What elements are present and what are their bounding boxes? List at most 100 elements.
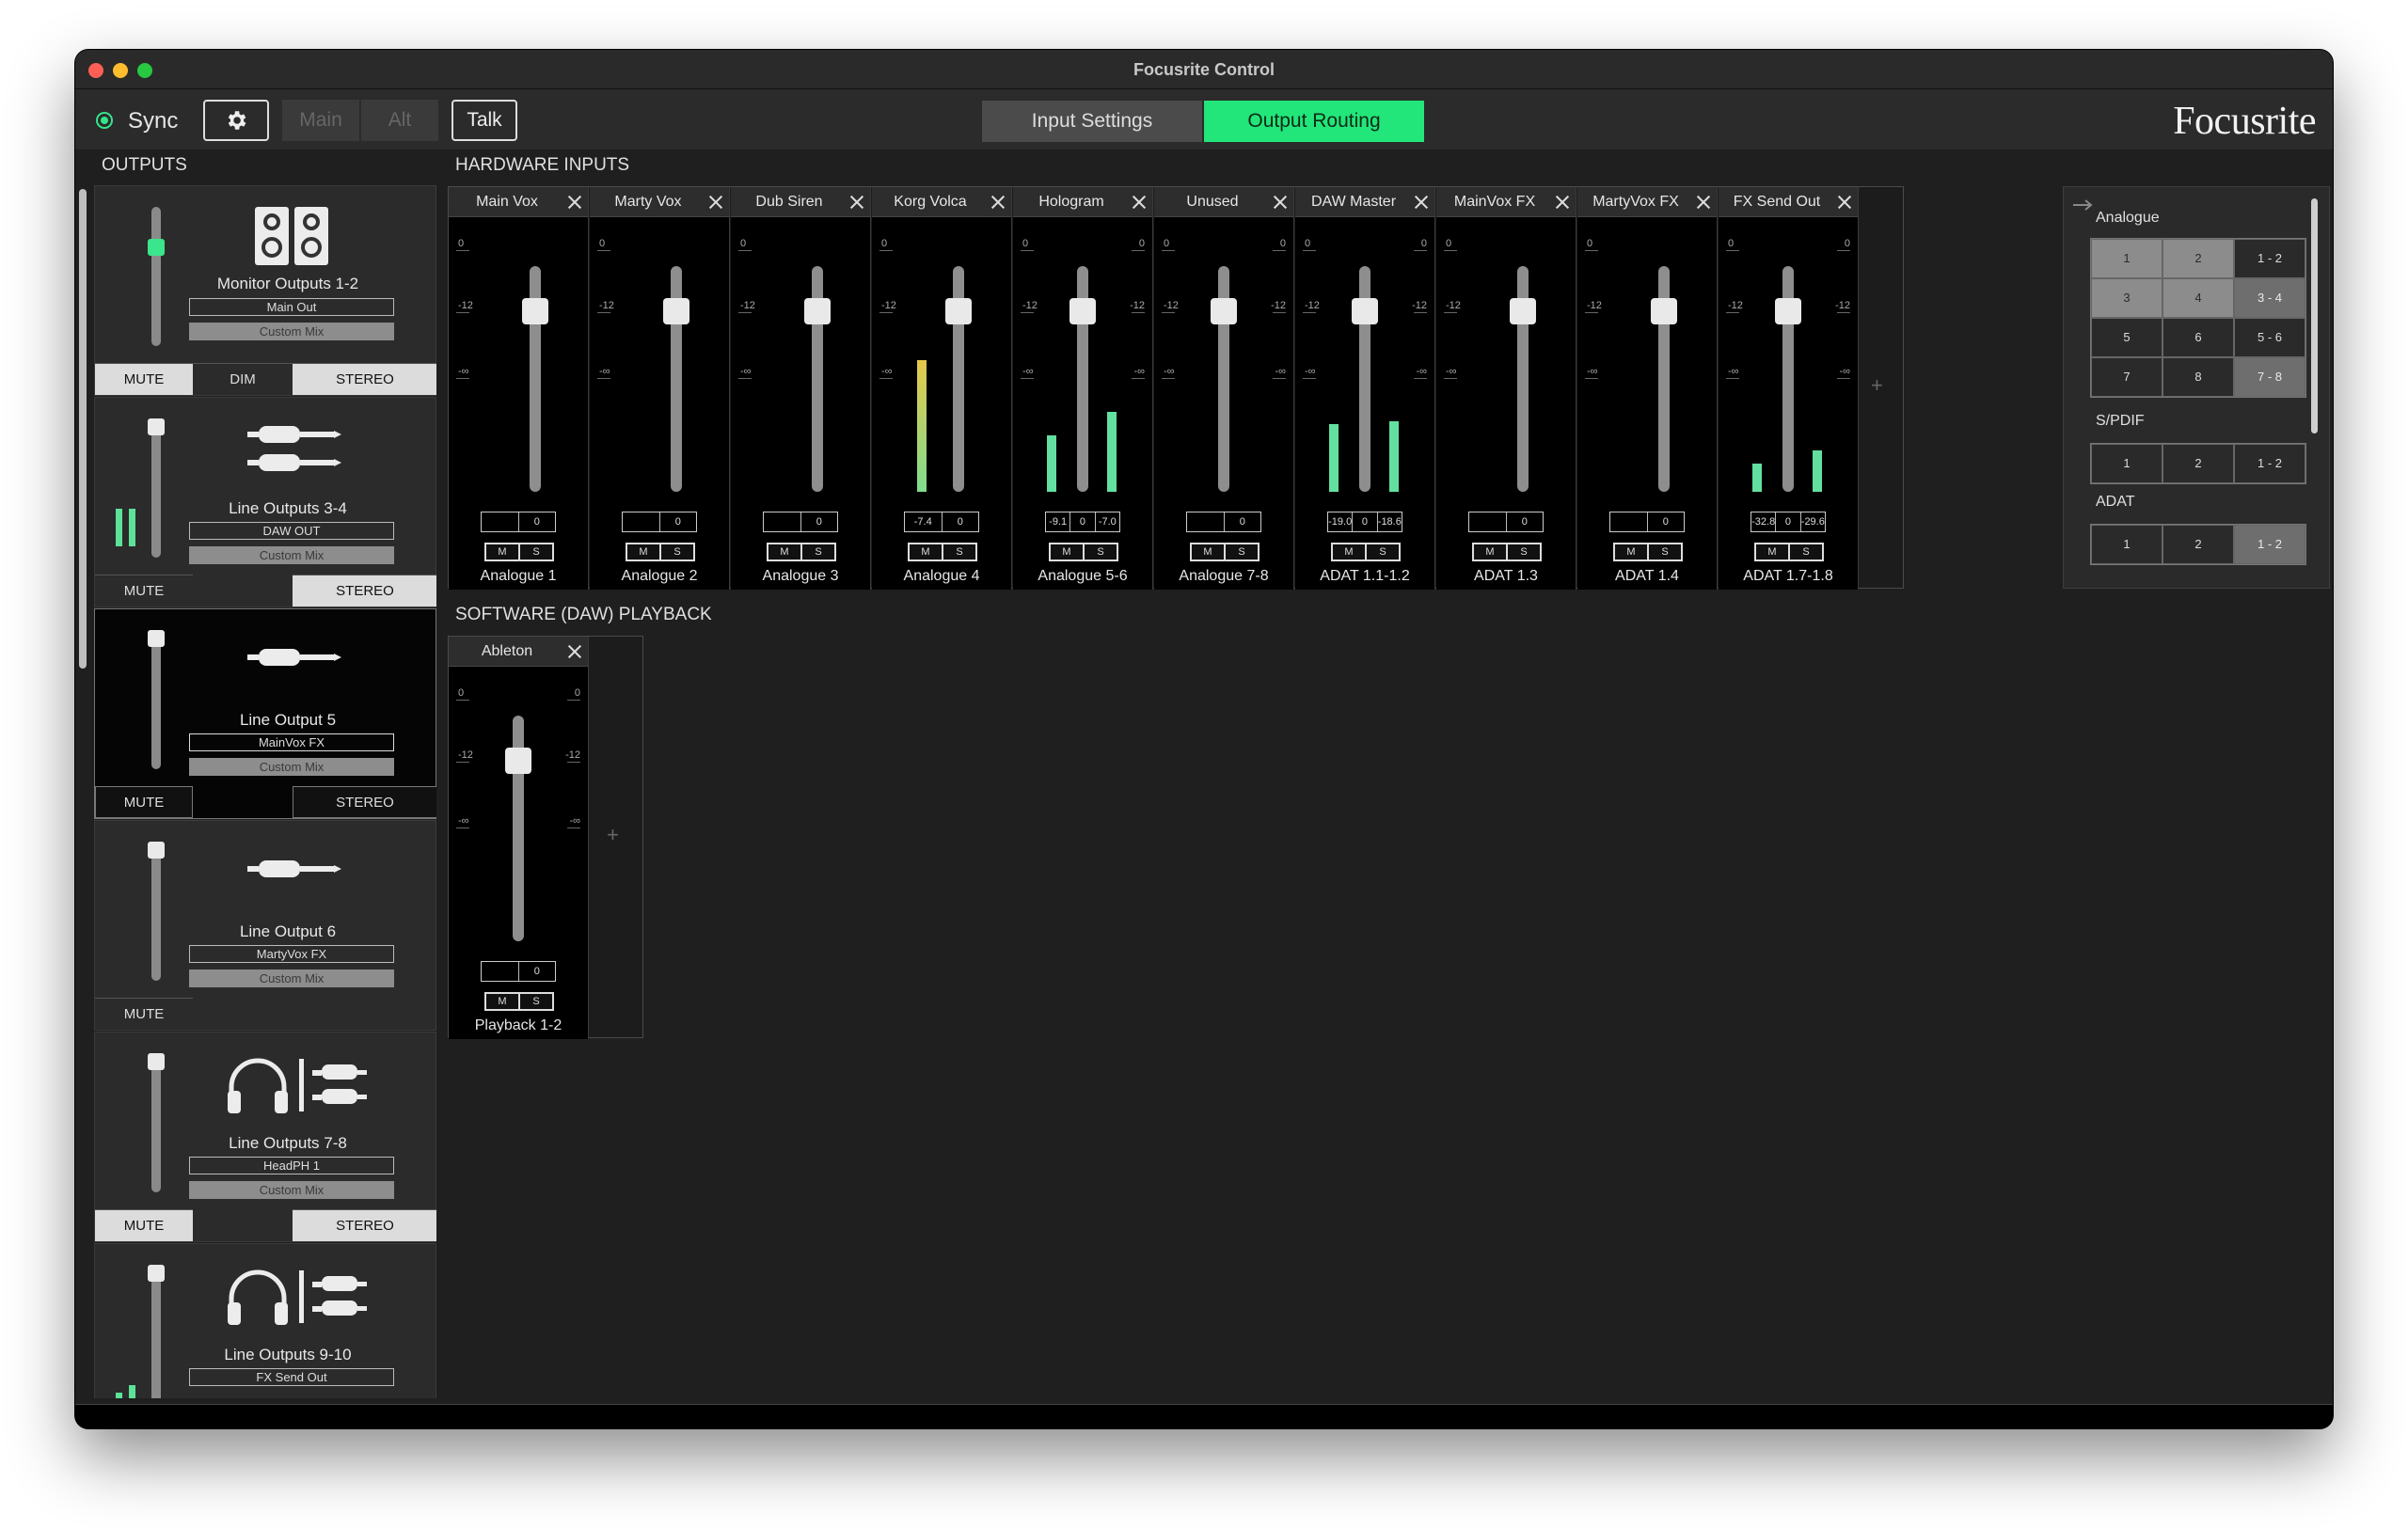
routing-source-cell[interactable]: 1 - 2 [2234, 525, 2305, 564]
output-route-name[interactable]: Main Out [189, 298, 394, 316]
remove-channel-icon[interactable] [1132, 195, 1147, 210]
pan-gain-display[interactable]: 0 [481, 512, 556, 532]
routing-source-cell[interactable]: 8 [2162, 357, 2234, 397]
output-card[interactable]: Line Outputs 7-8 HeadPH 1 Custom Mix MUT… [94, 1032, 436, 1242]
output-volume-slider[interactable] [148, 207, 165, 346]
solo-toggle[interactable]: S [520, 544, 552, 560]
output-route-name[interactable]: MartyVox FX [189, 945, 394, 963]
settings-button[interactable] [203, 100, 269, 141]
routing-source-cell[interactable]: 4 [2162, 278, 2234, 318]
output-mix-select[interactable]: Custom Mix [189, 546, 394, 564]
output-volume-slider[interactable] [148, 1265, 165, 1398]
channel-name[interactable]: Dub Siren [737, 194, 842, 211]
output-card[interactable]: Line Output 6 MartyVox FX Custom Mix MUT… [94, 820, 436, 1031]
output-route-name[interactable]: HeadPH 1 [189, 1157, 394, 1174]
solo-toggle[interactable]: S [1367, 544, 1399, 560]
fader-knob[interactable] [1211, 298, 1237, 324]
remove-channel-icon[interactable] [1837, 195, 1852, 210]
channel-name[interactable]: MartyVox FX [1583, 194, 1688, 211]
remove-channel-icon[interactable] [567, 195, 582, 210]
slider-knob[interactable] [148, 418, 165, 435]
channel-name[interactable]: Hologram [1019, 194, 1124, 211]
tab-input-settings[interactable]: Input Settings [982, 101, 1202, 142]
mute-toggle[interactable]: M [1333, 544, 1365, 560]
remove-channel-icon[interactable] [849, 195, 864, 210]
solo-toggle[interactable]: S [1226, 544, 1258, 560]
solo-toggle[interactable]: S [520, 994, 552, 1009]
pan-gain-display[interactable]: 0 [1609, 512, 1685, 532]
mute-toggle[interactable]: M [486, 994, 518, 1009]
fader-knob[interactable] [804, 298, 831, 324]
channel-strip[interactable]: Unused 0 -12 -∞ 0 -12 -∞ 0 M S Analogue 7-8 [1154, 187, 1294, 590]
routing-source-cell[interactable]: 1 - 2 [2234, 239, 2305, 278]
add-playback-button[interactable]: + [607, 823, 619, 847]
output-route-name[interactable]: MainVox FX [189, 733, 394, 751]
stereo-button[interactable]: STEREO [293, 1209, 436, 1241]
output-card[interactable]: Monitor Outputs 1-2 Main Out Custom Mix … [94, 185, 436, 396]
mute-toggle[interactable]: M [1756, 544, 1788, 560]
mute-button[interactable]: MUTE [95, 575, 193, 607]
pan-gain-display[interactable]: -19.0 0 -18.6 [1327, 512, 1402, 532]
mute-button[interactable]: MUTE [95, 786, 193, 818]
solo-toggle[interactable]: S [1508, 544, 1540, 560]
pan-gain-display[interactable]: -7.4 0 [904, 512, 979, 532]
routing-panel-scrollbar[interactable] [2311, 198, 2318, 433]
remove-channel-icon[interactable] [1414, 195, 1429, 210]
stereo-button[interactable]: STEREO [293, 363, 436, 395]
output-mix-select[interactable]: Custom Mix [189, 969, 394, 987]
channel-name[interactable]: MainVox FX [1442, 194, 1547, 211]
mute-toggle[interactable]: M [486, 544, 518, 560]
fader-knob[interactable] [522, 298, 548, 324]
pan-gain-display[interactable]: -9.1 0 -7.0 [1045, 512, 1120, 532]
remove-channel-icon[interactable] [708, 195, 723, 210]
routing-source-cell[interactable]: 1 [2091, 444, 2162, 483]
remove-channel-icon[interactable] [567, 644, 582, 659]
output-volume-slider[interactable] [148, 1053, 165, 1192]
channel-name[interactable]: Unused [1160, 194, 1265, 211]
output-card[interactable]: Line Output 5 MainVox FX Custom Mix MUTE… [94, 608, 436, 819]
channel-strip[interactable]: Korg Volca 0 -12 -∞ -7.4 0 M S Analogue 4 [872, 187, 1012, 590]
pan-gain-display[interactable]: 0 [1186, 512, 1261, 532]
solo-toggle[interactable]: S [943, 544, 975, 560]
mute-button[interactable]: MUTE [95, 998, 193, 1030]
mute-button[interactable]: MUTE [95, 1209, 193, 1241]
routing-source-cell[interactable]: 2 [2162, 525, 2234, 564]
output-mix-select[interactable]: Custom Mix [189, 1181, 394, 1199]
solo-toggle[interactable]: S [1649, 544, 1681, 560]
routing-source-cell[interactable]: 3 [2091, 278, 2162, 318]
slider-knob[interactable] [148, 630, 165, 647]
channel-name[interactable]: Marty Vox [595, 194, 701, 211]
channel-strip[interactable]: Hologram 0 -12 -∞ 0 -12 -∞ -9.1 0 -7.0 M S Analogue … [1013, 187, 1153, 590]
add-input-button[interactable]: + [1871, 373, 1883, 398]
routing-source-cell[interactable]: 5 - 6 [2234, 318, 2305, 357]
slider-knob[interactable] [148, 1053, 165, 1070]
routing-source-cell[interactable]: 6 [2162, 318, 2234, 357]
pan-gain-display[interactable]: 0 [481, 961, 556, 982]
mute-toggle[interactable]: M [1192, 544, 1224, 560]
fader-knob[interactable] [1352, 298, 1378, 324]
fader-knob[interactable] [1069, 298, 1096, 324]
stereo-button[interactable]: STEREO [293, 786, 436, 818]
channel-name[interactable]: Korg Volca [878, 194, 983, 211]
output-card[interactable]: Line Outputs 3-4 DAW OUT Custom Mix MUTE… [94, 397, 436, 607]
output-volume-slider[interactable] [148, 842, 165, 981]
fader-knob[interactable] [1775, 298, 1801, 324]
remove-channel-icon[interactable] [1273, 195, 1288, 210]
channel-strip[interactable]: DAW Master 0 -12 -∞ 0 -12 -∞ -19.0 0 -18.6 M S ADAT … [1295, 187, 1435, 590]
remove-channel-icon[interactable] [1555, 195, 1570, 210]
channel-name[interactable]: DAW Master [1301, 194, 1406, 211]
alt-button[interactable]: Alt [361, 100, 438, 141]
solo-toggle[interactable]: S [1790, 544, 1822, 560]
stereo-button[interactable]: STEREO [293, 575, 436, 607]
channel-strip[interactable]: Marty Vox 0 -12 -∞ 0 M S Analogue 2 [590, 187, 730, 590]
pan-gain-display[interactable]: -32.8 0 -29.6 [1751, 512, 1826, 532]
routing-source-cell[interactable]: 7 [2091, 357, 2162, 397]
routing-source-cell[interactable]: 2 [2162, 239, 2234, 278]
pan-gain-display[interactable]: 0 [622, 512, 697, 532]
slider-knob[interactable] [148, 239, 165, 256]
dim-button[interactable]: DIM [193, 363, 293, 395]
routing-source-cell[interactable]: 1 [2091, 239, 2162, 278]
solo-toggle[interactable]: S [661, 544, 693, 560]
remove-channel-icon[interactable] [990, 195, 1006, 210]
channel-strip[interactable]: MainVox FX 0 -12 -∞ 0 M S ADAT 1.3 [1436, 187, 1576, 590]
